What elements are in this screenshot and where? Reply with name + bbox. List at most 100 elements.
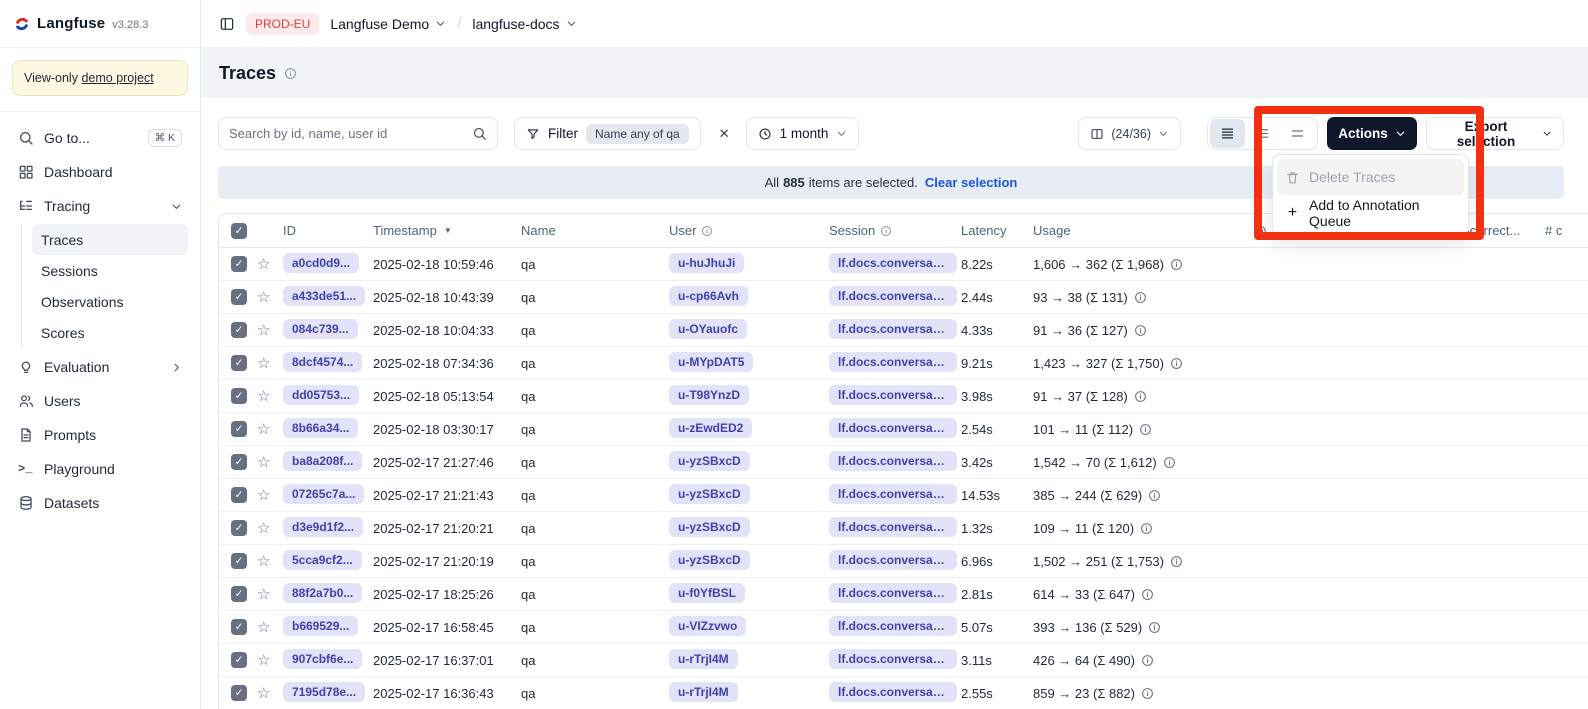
row-checkbox[interactable]: ✓ bbox=[231, 421, 247, 437]
star-icon[interactable]: ☆ bbox=[257, 290, 270, 305]
table-row[interactable]: ✓ ☆ b669529... 2025-02-17 16:58:45 qa u-… bbox=[219, 611, 1588, 644]
sidebar-item-scores[interactable]: Scores bbox=[32, 317, 188, 348]
org-breadcrumb[interactable]: Langfuse Demo bbox=[330, 16, 446, 32]
column-header-id[interactable]: ID bbox=[279, 223, 369, 238]
table-row[interactable]: ✓ ☆ a0cd0d9... 2025-02-18 10:59:46 qa u-… bbox=[219, 248, 1588, 281]
user-badge[interactable]: u-yzSBxcD bbox=[669, 451, 750, 471]
trace-id-badge[interactable]: ba8a208f... bbox=[283, 451, 362, 471]
user-badge[interactable]: u-MYpDAT5 bbox=[669, 352, 753, 372]
table-row[interactable]: ✓ ☆ 907cbf6e... 2025-02-17 16:37:01 qa u… bbox=[219, 644, 1588, 677]
sidebar-item-dashboard[interactable]: Dashboard bbox=[12, 155, 188, 189]
info-icon[interactable] bbox=[1139, 423, 1152, 436]
session-badge[interactable]: lf.docs.conversation... bbox=[829, 352, 957, 372]
sidebar-item-evaluation[interactable]: Evaluation bbox=[12, 350, 188, 384]
trace-id-badge[interactable]: 8dcf4574... bbox=[283, 352, 362, 372]
user-badge[interactable]: u-huJhuJi bbox=[669, 253, 744, 273]
sidebar-item-tracing[interactable]: Tracing bbox=[12, 189, 188, 223]
user-badge[interactable]: u-yzSBxcD bbox=[669, 517, 750, 537]
info-icon[interactable] bbox=[1170, 258, 1183, 271]
session-badge[interactable]: lf.docs.conversation... bbox=[829, 385, 957, 405]
table-row[interactable]: ✓ ☆ 084c739... 2025-02-18 10:04:33 qa u-… bbox=[219, 314, 1588, 347]
star-icon[interactable]: ☆ bbox=[257, 686, 270, 701]
menu-item-add-to-annotation-queue[interactable]: + Add to Annotation Queue bbox=[1277, 195, 1464, 231]
table-row[interactable]: ✓ ☆ 8dcf4574... 2025-02-18 07:34:36 qa u… bbox=[219, 347, 1588, 380]
info-icon[interactable] bbox=[1141, 588, 1154, 601]
session-badge[interactable]: lf.docs.conversation... bbox=[829, 649, 957, 669]
user-badge[interactable]: u-T98YnzD bbox=[669, 385, 749, 405]
session-badge[interactable]: lf.docs.conversation... bbox=[829, 682, 957, 702]
star-icon[interactable]: ☆ bbox=[257, 422, 270, 437]
star-icon[interactable]: ☆ bbox=[257, 653, 270, 668]
session-badge[interactable]: lf.docs.conversation... bbox=[829, 517, 957, 537]
row-checkbox[interactable]: ✓ bbox=[231, 685, 247, 701]
column-header-latency[interactable]: Latency bbox=[957, 223, 1029, 238]
table-row[interactable]: ✓ ☆ dd05753... 2025-02-18 05:13:54 qa u-… bbox=[219, 380, 1588, 413]
row-checkbox[interactable]: ✓ bbox=[231, 322, 247, 338]
time-range-button[interactable]: 1 month bbox=[746, 117, 860, 150]
info-icon[interactable] bbox=[1140, 522, 1153, 535]
info-icon[interactable] bbox=[1170, 555, 1183, 568]
session-badge[interactable]: lf.docs.conversation... bbox=[829, 286, 957, 306]
info-icon[interactable] bbox=[1163, 456, 1176, 469]
sidebar-item-prompts[interactable]: Prompts bbox=[12, 418, 188, 452]
trace-id-badge[interactable]: 5cca9cf2... bbox=[283, 550, 362, 570]
sidebar-item-users[interactable]: Users bbox=[12, 384, 188, 418]
row-checkbox[interactable]: ✓ bbox=[231, 256, 247, 272]
info-icon[interactable] bbox=[1148, 621, 1161, 634]
trace-id-badge[interactable]: a0cd0d9... bbox=[283, 253, 359, 273]
trace-id-badge[interactable]: b669529... bbox=[283, 616, 358, 636]
user-badge[interactable]: u-f0YfBSL bbox=[669, 583, 745, 603]
info-icon[interactable] bbox=[1141, 654, 1154, 667]
star-icon[interactable]: ☆ bbox=[257, 488, 270, 503]
info-icon[interactable] bbox=[1170, 357, 1183, 370]
menu-item-delete-traces[interactable]: Delete Traces bbox=[1277, 159, 1464, 195]
table-row[interactable]: ✓ ☆ 88f2a7b0... 2025-02-17 18:25:26 qa u… bbox=[219, 578, 1588, 611]
user-badge[interactable]: u-rTrjI4M bbox=[669, 649, 738, 669]
row-checkbox[interactable]: ✓ bbox=[231, 553, 247, 569]
sidebar-item-playground[interactable]: >_ Playground bbox=[12, 452, 188, 486]
sidebar-item-observations[interactable]: Observations bbox=[32, 286, 188, 317]
table-row[interactable]: ✓ ☆ a433de51... 2025-02-18 10:43:39 qa u… bbox=[219, 281, 1588, 314]
trace-id-badge[interactable]: 88f2a7b0... bbox=[283, 583, 362, 603]
row-checkbox[interactable]: ✓ bbox=[231, 454, 247, 470]
sidebar-item-goto[interactable]: Go to... ⌘ K bbox=[12, 121, 188, 155]
info-icon[interactable] bbox=[1141, 687, 1154, 700]
user-badge[interactable]: u-OYauofc bbox=[669, 319, 747, 339]
sidebar-toggle-icon[interactable] bbox=[219, 15, 235, 33]
session-badge[interactable]: lf.docs.conversation... bbox=[829, 583, 957, 603]
actions-button[interactable]: Actions bbox=[1327, 117, 1417, 150]
row-checkbox[interactable]: ✓ bbox=[231, 388, 247, 404]
info-icon[interactable] bbox=[1134, 390, 1147, 403]
trace-id-badge[interactable]: 07265c7a... bbox=[283, 484, 364, 504]
table-row[interactable]: ✓ ☆ 7195d78e... 2025-02-17 16:36:43 qa u… bbox=[219, 677, 1588, 709]
table-row[interactable]: ✓ ☆ ba8a208f... 2025-02-17 21:27:46 qa u… bbox=[219, 446, 1588, 479]
row-checkbox[interactable]: ✓ bbox=[231, 652, 247, 668]
user-badge[interactable]: u-VIZzvwo bbox=[669, 616, 746, 636]
clear-selection-link[interactable]: Clear selection bbox=[925, 175, 1018, 190]
row-checkbox[interactable]: ✓ bbox=[231, 289, 247, 305]
project-breadcrumb[interactable]: langfuse-docs bbox=[472, 16, 576, 32]
session-badge[interactable]: lf.docs.conversation... bbox=[829, 550, 957, 570]
user-badge[interactable]: u-cp66Avh bbox=[669, 286, 748, 306]
session-badge[interactable]: lf.docs.conversation... bbox=[829, 484, 957, 504]
row-checkbox[interactable]: ✓ bbox=[231, 520, 247, 536]
info-icon[interactable] bbox=[1134, 324, 1147, 337]
filter-button[interactable]: Filter Name any of qa bbox=[514, 117, 701, 150]
user-badge[interactable]: u-yzSBxcD bbox=[669, 550, 750, 570]
table-row[interactable]: ✓ ☆ d3e9d1f2... 2025-02-17 21:20:21 qa u… bbox=[219, 512, 1588, 545]
info-icon[interactable] bbox=[1134, 291, 1147, 304]
user-badge[interactable]: u-zEwdED2 bbox=[669, 418, 752, 438]
trace-id-badge[interactable]: d3e9d1f2... bbox=[283, 517, 363, 537]
row-height-large-button[interactable] bbox=[1280, 119, 1315, 148]
trace-id-badge[interactable]: dd05753... bbox=[283, 385, 359, 405]
column-header-name[interactable]: Name bbox=[517, 223, 665, 238]
row-checkbox[interactable]: ✓ bbox=[231, 487, 247, 503]
session-badge[interactable]: lf.docs.conversation... bbox=[829, 319, 957, 339]
trace-id-badge[interactable]: 084c739... bbox=[283, 319, 358, 339]
search-icon[interactable] bbox=[472, 126, 487, 141]
table-row[interactable]: ✓ ☆ 8b66a34... 2025-02-18 03:30:17 qa u-… bbox=[219, 413, 1588, 446]
session-badge[interactable]: lf.docs.conversation... bbox=[829, 451, 957, 471]
columns-button[interactable]: (24/36) bbox=[1078, 117, 1181, 150]
info-icon[interactable] bbox=[1148, 489, 1161, 502]
row-height-small-button[interactable] bbox=[1210, 119, 1245, 148]
